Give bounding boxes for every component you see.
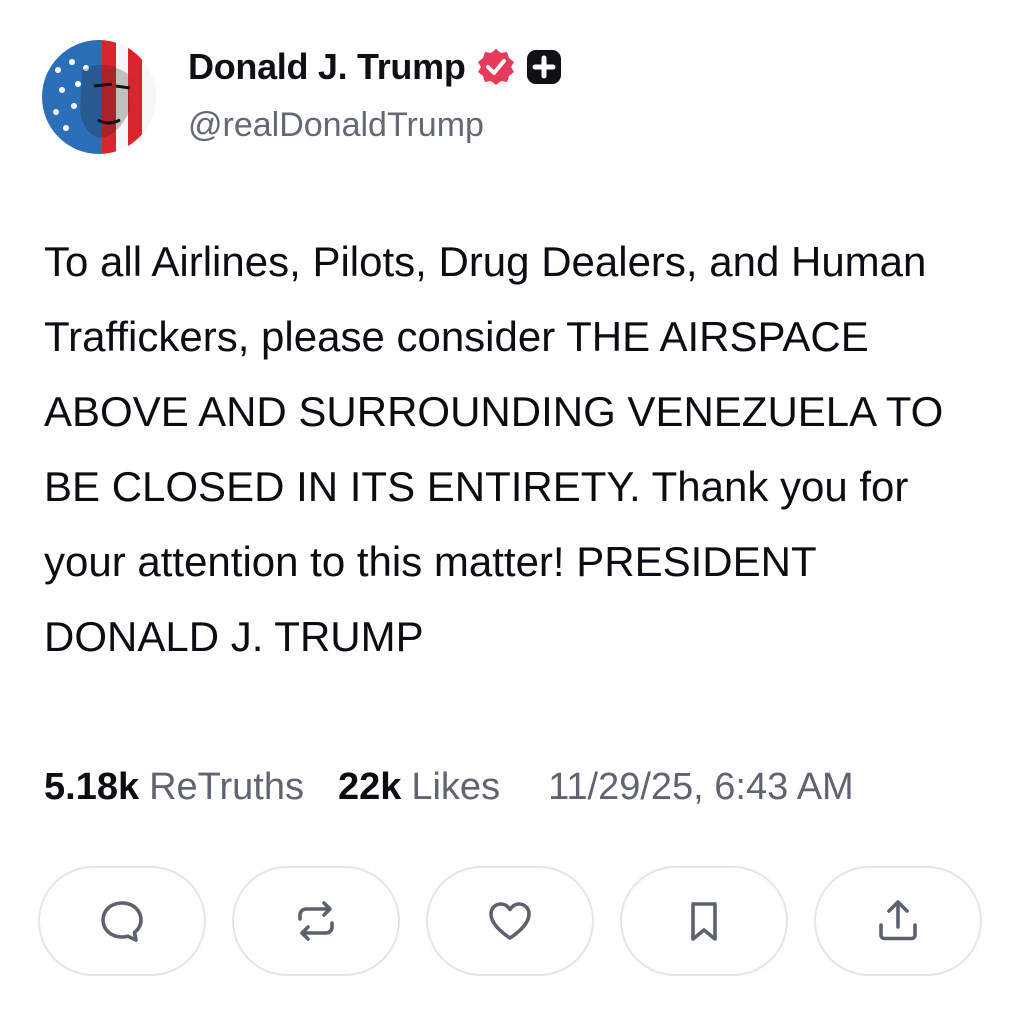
reply-button[interactable]: [38, 866, 206, 976]
like-button[interactable]: [426, 866, 594, 976]
share-icon: [879, 900, 917, 941]
post-text: To all Airlines, Pilots, Drug Dealers, a…: [44, 238, 944, 660]
likes-count[interactable]: 22k: [338, 766, 401, 809]
avatar-image: [42, 40, 156, 154]
comment-icon: [101, 901, 143, 942]
display-name[interactable]: Donald J. Trump: [188, 46, 466, 88]
avatar[interactable]: [42, 40, 156, 154]
bookmark-button[interactable]: [620, 866, 788, 976]
action-bar: [38, 866, 982, 976]
heart-icon: [489, 902, 531, 940]
handle[interactable]: @realDonaldTrump: [188, 106, 484, 145]
profile-header: Donald J. Trump: [188, 46, 562, 88]
plus-badge-icon: [526, 49, 562, 85]
retruths-count[interactable]: 5.18k: [44, 766, 139, 809]
post-stats: 5.18k ReTruths 22k Likes 11/29/25, 6:43 …: [44, 766, 994, 809]
retruths-label[interactable]: ReTruths: [149, 766, 304, 809]
retruth-button[interactable]: [232, 866, 400, 976]
timestamp: 11/29/25, 6:43 AM: [548, 766, 854, 808]
bookmark-icon: [691, 902, 717, 941]
retruth-icon: [298, 901, 334, 941]
likes-label[interactable]: Likes: [411, 766, 500, 809]
verified-badge-icon: [476, 47, 516, 87]
share-button[interactable]: [814, 866, 982, 976]
